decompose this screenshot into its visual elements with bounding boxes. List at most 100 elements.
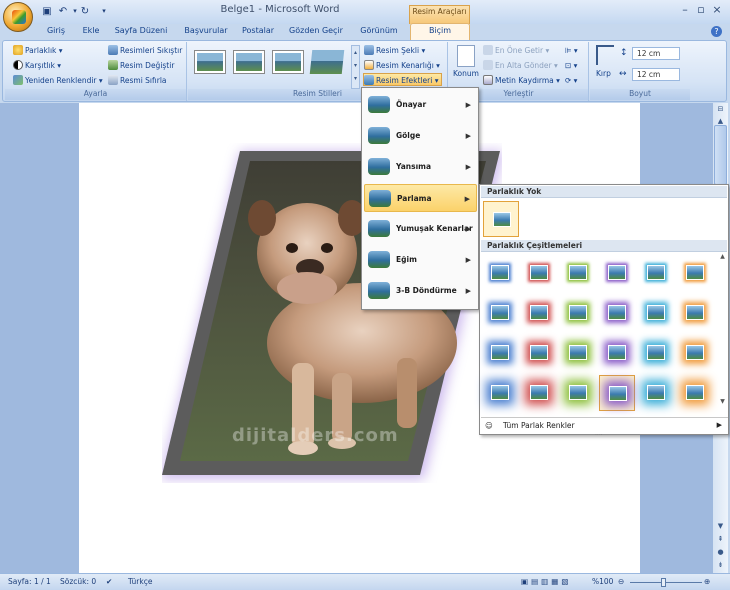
glow-option[interactable] (521, 335, 557, 371)
tab-gorunum[interactable]: Görünüm (355, 24, 403, 40)
glow-option[interactable] (677, 375, 713, 411)
tab-ekle[interactable]: Ekle (76, 24, 106, 40)
rotate-icon[interactable]: ⟳ ▾ (565, 74, 577, 87)
browse-object-icon[interactable]: ● (714, 546, 727, 558)
glow-option[interactable] (638, 255, 674, 291)
resize-grip-icon[interactable]: ···· (595, 432, 603, 439)
zoom-level[interactable]: %100 (592, 577, 613, 586)
en-alta-gonder-button[interactable]: En Alta Gönder ▾ (483, 59, 558, 72)
maximize-icon[interactable]: ▫ (694, 4, 708, 17)
menu-item-yumusak-kenarlar[interactable]: Yumuşak Kenarlar ▶ (364, 215, 477, 243)
resmi-sifirla-button[interactable]: Resmi Sıfırla (108, 74, 167, 87)
konum-button[interactable]: Konum (453, 67, 479, 80)
zoom-slider[interactable] (630, 582, 702, 583)
previous-page-icon[interactable]: ⇞ (714, 533, 727, 545)
glow-option[interactable] (521, 255, 557, 291)
glow-option[interactable] (638, 335, 674, 371)
preset-icon (368, 96, 390, 113)
more-glow-colors-item[interactable]: ☺ Tüm Parlak Renkler ▶ (481, 417, 728, 432)
style-thumb-2[interactable] (233, 50, 265, 74)
tab-giris[interactable]: Giriş (39, 24, 73, 40)
minimize-icon[interactable]: – (678, 4, 692, 17)
glow-option[interactable] (482, 255, 518, 291)
zoom-out-icon[interactable]: ⊖ (618, 577, 624, 586)
page-count[interactable]: Sayfa: 1 / 1 (8, 577, 51, 586)
karsitlik-button[interactable]: Karşıtlık ▾ (13, 59, 61, 72)
tab-bicim[interactable]: Biçim (410, 23, 470, 40)
glow-option[interactable] (482, 375, 518, 411)
resim-efektleri-button[interactable]: Resim Efektleri ▾ (363, 73, 443, 86)
language-indicator[interactable]: Türkçe (128, 577, 152, 586)
group-label-ayarla: Ayarla (5, 89, 186, 100)
glow-option[interactable] (560, 335, 596, 371)
menu-item-yansima[interactable]: Yansıma ▶ (364, 153, 477, 181)
scroll-thumb[interactable] (714, 125, 727, 185)
tab-gozden-gecir[interactable]: Gözden Geçir (285, 24, 347, 40)
gallery-scrollbar[interactable]: ▲ ▼ (718, 253, 727, 413)
office-button[interactable] (3, 2, 33, 32)
tab-postalar[interactable]: Postalar (238, 24, 278, 40)
glow-option[interactable] (677, 335, 713, 371)
style-thumb-3[interactable] (272, 50, 304, 74)
tab-basvurular[interactable]: Başvurular (176, 24, 236, 40)
close-icon[interactable]: × (710, 4, 724, 17)
zoom-slider-thumb[interactable] (661, 578, 666, 587)
menu-item-egim[interactable]: Eğim ▶ (364, 246, 477, 274)
glow-option[interactable] (521, 375, 557, 411)
picture-effects-menu: Önayar ▶ Gölge ▶ Yansıma ▶ Parlama ▶ Yumuşak… (361, 87, 479, 310)
style-thumb-1[interactable] (194, 50, 226, 74)
glow-none-option[interactable] (483, 201, 519, 237)
parlaklik-button[interactable]: Parlaklık ▾ (13, 44, 63, 57)
ruler-toggle-icon[interactable]: ⊟ (714, 103, 727, 115)
kirp-button[interactable]: Kırp (596, 67, 611, 80)
position-icon[interactable] (457, 45, 475, 67)
glow-option[interactable] (677, 255, 713, 291)
recolor-icon (13, 75, 23, 85)
zoom-in-icon[interactable]: ⊕ (704, 577, 710, 586)
metin-kaydirma-button[interactable]: Metin Kaydırma ▾ (483, 74, 560, 87)
width-field[interactable]: 12 cm (632, 68, 680, 81)
glow-option[interactable] (599, 255, 635, 291)
resimleri-sikistir-button[interactable]: Resimleri Sıkıştır (108, 44, 182, 57)
next-page-icon[interactable]: ⇟ (714, 559, 727, 571)
resim-degistir-button[interactable]: Resim Değiştir (108, 59, 174, 72)
resim-kenarligi-button[interactable]: Resim Kenarlığı ▾ (364, 59, 440, 72)
menu-item-golge[interactable]: Gölge ▶ (364, 122, 477, 150)
menu-item-3b-dondurme[interactable]: 3-B Döndürme ▶ (364, 277, 477, 305)
change-picture-icon (108, 60, 118, 70)
glow-option[interactable] (482, 295, 518, 331)
menu-item-onayar[interactable]: Önayar ▶ (364, 91, 477, 119)
spellcheck-icon[interactable]: ✔ (106, 577, 112, 586)
group-objects-icon[interactable]: ⊡ ▾ (565, 59, 577, 72)
view-buttons-icon[interactable]: ▣▤▥▦▧ (521, 577, 571, 586)
en-one-getir-button[interactable]: En Öne Getir ▾ (483, 44, 549, 57)
crop-icon[interactable] (596, 45, 614, 65)
glow-option[interactable] (677, 295, 713, 331)
contrast-icon (13, 60, 23, 70)
glow-option[interactable] (482, 335, 518, 371)
height-field[interactable]: 12 cm (632, 47, 680, 60)
picture-border-icon (364, 60, 374, 70)
glow-option[interactable] (560, 255, 596, 291)
glow-option[interactable] (521, 295, 557, 331)
glow-option[interactable] (638, 375, 674, 411)
gallery-scroll[interactable]: ▴ ▾ ▾ (351, 45, 360, 89)
scroll-down-icon[interactable]: ▼ (714, 520, 727, 532)
glow-option[interactable] (638, 295, 674, 331)
resim-sekli-button[interactable]: Resim Şekli ▾ (364, 44, 425, 57)
style-thumb-4[interactable] (309, 50, 345, 74)
glow-option[interactable] (599, 375, 635, 411)
group-ayarla: Parlaklık ▾ Karşıtlık ▾ Yeniden Renklend… (5, 42, 187, 101)
help-icon[interactable]: ? (711, 26, 722, 37)
glow-option[interactable] (560, 375, 596, 411)
bevel-icon (368, 251, 390, 268)
menu-item-parlama[interactable]: Parlama ▶ (364, 184, 477, 212)
word-count[interactable]: Sözcük: 0 (60, 577, 96, 586)
glow-option[interactable] (599, 335, 635, 371)
glow-option[interactable] (560, 295, 596, 331)
tab-sayfa-duzeni[interactable]: Sayfa Düzeni (110, 24, 172, 40)
glow-option[interactable] (599, 295, 635, 331)
reset-picture-icon (108, 75, 118, 85)
align-icon[interactable]: ⊫ ▾ (565, 44, 578, 57)
yeniden-renklendir-button[interactable]: Yeniden Renklendir ▾ (13, 74, 103, 87)
